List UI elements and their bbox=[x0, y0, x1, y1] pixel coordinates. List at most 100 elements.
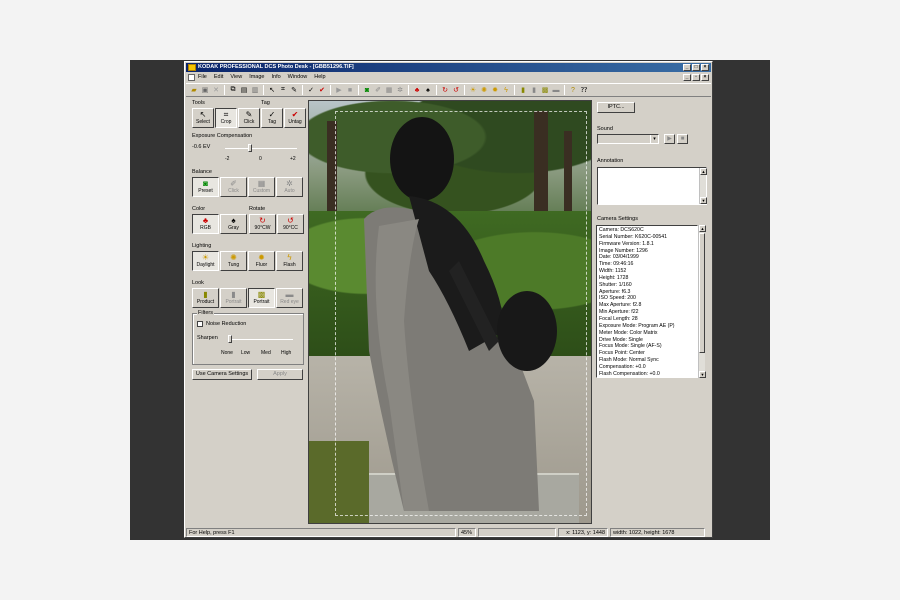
paste-icon[interactable]: ▤ bbox=[239, 85, 249, 95]
auto-balance-icon[interactable]: ✲ bbox=[395, 85, 405, 95]
menu-info[interactable]: Info bbox=[271, 73, 280, 82]
gray-icon: ♠ bbox=[231, 216, 236, 225]
select-tool-icon[interactable]: ↖ bbox=[267, 85, 277, 95]
flash-icon[interactable]: ϟ bbox=[501, 85, 511, 95]
auto-icon: ✲ bbox=[286, 179, 293, 188]
checkmark-icon: ✓ bbox=[268, 110, 276, 119]
annotation-scrollbar[interactable]: ▲ ▼ bbox=[699, 168, 707, 204]
copy-icon[interactable]: ⧉ bbox=[228, 85, 238, 95]
color-gray-button[interactable]: ♠ Gray bbox=[220, 214, 247, 234]
menu-view[interactable]: View bbox=[230, 73, 242, 82]
redeye-icon[interactable]: ▬ bbox=[551, 85, 561, 95]
scroll-thumb[interactable] bbox=[699, 233, 705, 353]
sound-dropdown[interactable]: ▾ bbox=[597, 134, 659, 144]
camera-settings-list[interactable]: Camera: DCS620C Serial Number: K620C-0054… bbox=[596, 225, 698, 378]
apply-button[interactable]: Apply bbox=[257, 369, 303, 380]
delete-icon[interactable]: ✕ bbox=[211, 85, 221, 95]
rgb-icon: ♣ bbox=[202, 216, 209, 225]
context-help-icon[interactable]: ⁇ bbox=[579, 85, 589, 95]
lighting-tungsten-button[interactable]: ✺ Tung bbox=[220, 251, 247, 271]
use-camera-settings-button[interactable]: Use Camera Settings bbox=[192, 369, 252, 380]
daylight-icon[interactable]: ☀ bbox=[468, 85, 478, 95]
menu-edit[interactable]: Edit bbox=[214, 73, 223, 82]
portrait-look-icon[interactable]: ▮ bbox=[529, 85, 539, 95]
play-icon[interactable]: ▶ bbox=[334, 85, 344, 95]
rgb-icon[interactable]: ♣ bbox=[412, 85, 422, 95]
click-tool-button[interactable]: ✎ Click bbox=[238, 108, 260, 128]
rotate-cw-icon[interactable]: ↻ bbox=[440, 85, 450, 95]
look-portrait-b-button[interactable]: ▩ Portrait bbox=[248, 288, 275, 308]
open-icon[interactable]: ▰ bbox=[189, 85, 199, 95]
app-window: KODAK PROFESSIONAL DCS Photo Desk - [GBB… bbox=[184, 61, 713, 538]
maximize-button[interactable]: □ bbox=[692, 64, 700, 71]
exposure-value: -0.6 EV bbox=[192, 144, 211, 150]
balance-custom-button[interactable]: ▦ Custom bbox=[248, 177, 275, 197]
save-icon[interactable]: ▣ bbox=[200, 85, 210, 95]
sharpen-slider-thumb[interactable] bbox=[228, 335, 232, 343]
menu-image[interactable]: Image bbox=[249, 73, 264, 82]
crop-icon: ⌗ bbox=[223, 110, 229, 119]
scroll-up-icon[interactable]: ▲ bbox=[699, 225, 706, 232]
print-icon[interactable]: ▥ bbox=[250, 85, 260, 95]
balance-preset-button[interactable]: ◙ Preset bbox=[192, 177, 219, 197]
sound-play-button[interactable]: ▶ bbox=[664, 134, 675, 144]
menu-bar: File Edit View Image Info Window Help _ … bbox=[186, 73, 711, 82]
tag-icon[interactable]: ✓ bbox=[306, 85, 316, 95]
doc-close-button[interactable]: × bbox=[701, 74, 709, 81]
help-icon[interactable]: ? bbox=[568, 85, 578, 95]
sound-stop-button[interactable]: ■ bbox=[677, 134, 688, 144]
rotate-cw-button[interactable]: ↻ 90°CW bbox=[249, 214, 276, 234]
untag-button[interactable]: ✔ Untag bbox=[284, 108, 306, 128]
lighting-fluorescent-button[interactable]: ✹ Fluor bbox=[248, 251, 275, 271]
info-panel: IPTC... Sound ▾ ▶ ■ Annotation ▲ ▼ Camer… bbox=[595, 99, 711, 526]
product-look-icon[interactable]: ▮ bbox=[518, 85, 528, 95]
minimize-button[interactable]: _ bbox=[683, 64, 691, 71]
exposure-track[interactable] bbox=[225, 148, 297, 149]
crop-tool-button[interactable]: ⌗ Crop bbox=[215, 108, 237, 128]
select-tool-button[interactable]: ↖ Select bbox=[192, 108, 214, 128]
crop-tool-icon[interactable]: ⌗ bbox=[278, 85, 288, 95]
click-balance-icon[interactable]: ✐ bbox=[373, 85, 383, 95]
preset-balance-icon[interactable]: ◙ bbox=[362, 85, 372, 95]
lighting-flash-button[interactable]: ϟ Flash bbox=[276, 251, 303, 271]
rotate-ccw-icon[interactable]: ↺ bbox=[451, 85, 461, 95]
tungsten-icon[interactable]: ✺ bbox=[479, 85, 489, 95]
annotation-textarea[interactable]: ▲ ▼ bbox=[597, 167, 707, 205]
close-button[interactable]: × bbox=[701, 64, 709, 71]
look-portrait-a-button[interactable]: ▮ Portrait bbox=[220, 288, 247, 308]
tag-button[interactable]: ✓ Tag bbox=[261, 108, 283, 128]
crop-marquee[interactable] bbox=[335, 111, 587, 516]
noise-reduction-checkbox[interactable] bbox=[197, 321, 203, 327]
look-redeye-button[interactable]: ▬ Red eye bbox=[276, 288, 303, 308]
menu-window[interactable]: Window bbox=[288, 73, 308, 82]
rotate-ccw-button[interactable]: ↺ 90°CC bbox=[277, 214, 304, 234]
fluorescent-icon[interactable]: ✹ bbox=[490, 85, 500, 95]
scroll-down-icon[interactable]: ▼ bbox=[699, 371, 706, 378]
camera-settings-scrollbar[interactable]: ▲ ▼ bbox=[698, 225, 706, 378]
eyedropper-icon[interactable]: ✎ bbox=[289, 85, 299, 95]
portrait-look-2-icon[interactable]: ▩ bbox=[540, 85, 550, 95]
doc-restore-button[interactable]: ▫ bbox=[692, 74, 700, 81]
untag-icon[interactable]: ✔ bbox=[317, 85, 327, 95]
lighting-daylight-button[interactable]: ☀ Daylight bbox=[192, 251, 219, 271]
balance-auto-button[interactable]: ✲ Auto bbox=[276, 177, 303, 197]
menu-help[interactable]: Help bbox=[314, 73, 325, 82]
custom-balance-icon[interactable]: ▦ bbox=[384, 85, 394, 95]
menu-file[interactable]: File bbox=[198, 73, 207, 82]
stop-icon[interactable]: ■ bbox=[345, 85, 355, 95]
scroll-up-icon[interactable]: ▲ bbox=[700, 168, 707, 175]
balance-click-button[interactable]: ✐ Click bbox=[220, 177, 247, 197]
scroll-down-icon[interactable]: ▼ bbox=[700, 197, 707, 204]
product-icon: ▮ bbox=[203, 290, 208, 299]
gray-icon[interactable]: ♠ bbox=[423, 85, 433, 95]
color-rgb-button[interactable]: ♣ RGB bbox=[192, 214, 219, 234]
image-view[interactable] bbox=[308, 100, 592, 524]
doc-minimize-button[interactable]: _ bbox=[683, 74, 691, 81]
exposure-slider-thumb[interactable] bbox=[248, 144, 253, 152]
lighting-heading: Lighting bbox=[192, 243, 212, 249]
look-product-button[interactable]: ▮ Product bbox=[192, 288, 219, 308]
iptc-button[interactable]: IPTC... bbox=[597, 102, 635, 113]
document-icon[interactable] bbox=[188, 74, 195, 81]
sharpen-track[interactable] bbox=[231, 339, 293, 340]
title-bar: KODAK PROFESSIONAL DCS Photo Desk - [GBB… bbox=[186, 63, 711, 72]
